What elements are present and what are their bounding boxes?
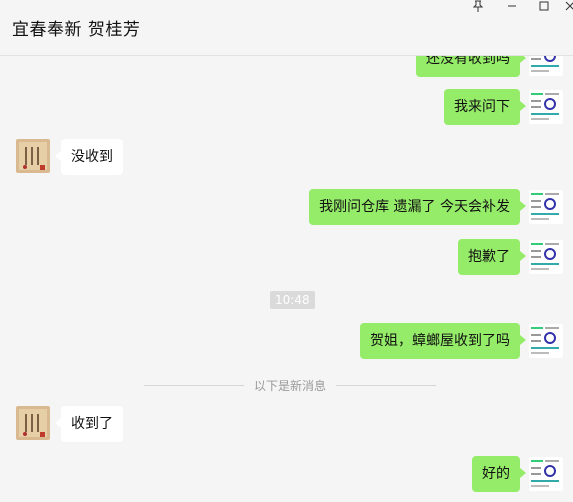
my-avatar[interactable] <box>529 56 563 76</box>
divider-line <box>336 385 436 386</box>
minimize-icon[interactable] <box>502 0 522 16</box>
message-timestamp: 10:48 <box>270 291 315 309</box>
message-bubble-outgoing[interactable]: 还没有收到吗 <box>416 56 526 77</box>
my-avatar[interactable] <box>529 90 563 124</box>
my-avatar[interactable] <box>529 324 563 358</box>
chat-title: 宜春奉新 贺桂芳 <box>12 20 141 40</box>
message-bubble-outgoing[interactable]: 好的 <box>472 456 526 492</box>
message-bubble-incoming[interactable]: 收到了 <box>55 406 123 442</box>
message-bubble-incoming[interactable]: 没收到 <box>55 139 123 175</box>
my-avatar[interactable] <box>529 240 563 274</box>
pin-icon[interactable] <box>468 0 488 16</box>
maximize-icon[interactable] <box>534 0 554 16</box>
message-bubble-outgoing[interactable]: 我刚问仓库 遗漏了 今天会补发 <box>309 189 526 225</box>
close-icon[interactable] <box>560 0 573 16</box>
message-bubble-outgoing[interactable]: 我来问下 <box>444 89 526 125</box>
message-bubble-outgoing[interactable]: 贺姐，蟑螂屋收到了吗 <box>360 323 526 359</box>
my-avatar[interactable] <box>529 457 563 491</box>
new-messages-divider: 以下是新消息 <box>254 379 327 393</box>
my-avatar[interactable] <box>529 190 563 224</box>
message-bubble-outgoing[interactable]: 抱歉了 <box>458 239 526 275</box>
chat-history[interactable]: 还没有收到吗 我来问下 没收到 我刚问仓库 遗漏了 今天会补发 抱歉了 10:4… <box>0 56 573 502</box>
contact-avatar[interactable] <box>16 139 50 173</box>
divider-line <box>144 385 244 386</box>
contact-avatar[interactable] <box>16 406 50 440</box>
title-bar: 宜春奉新 贺桂芳 <box>0 0 573 56</box>
